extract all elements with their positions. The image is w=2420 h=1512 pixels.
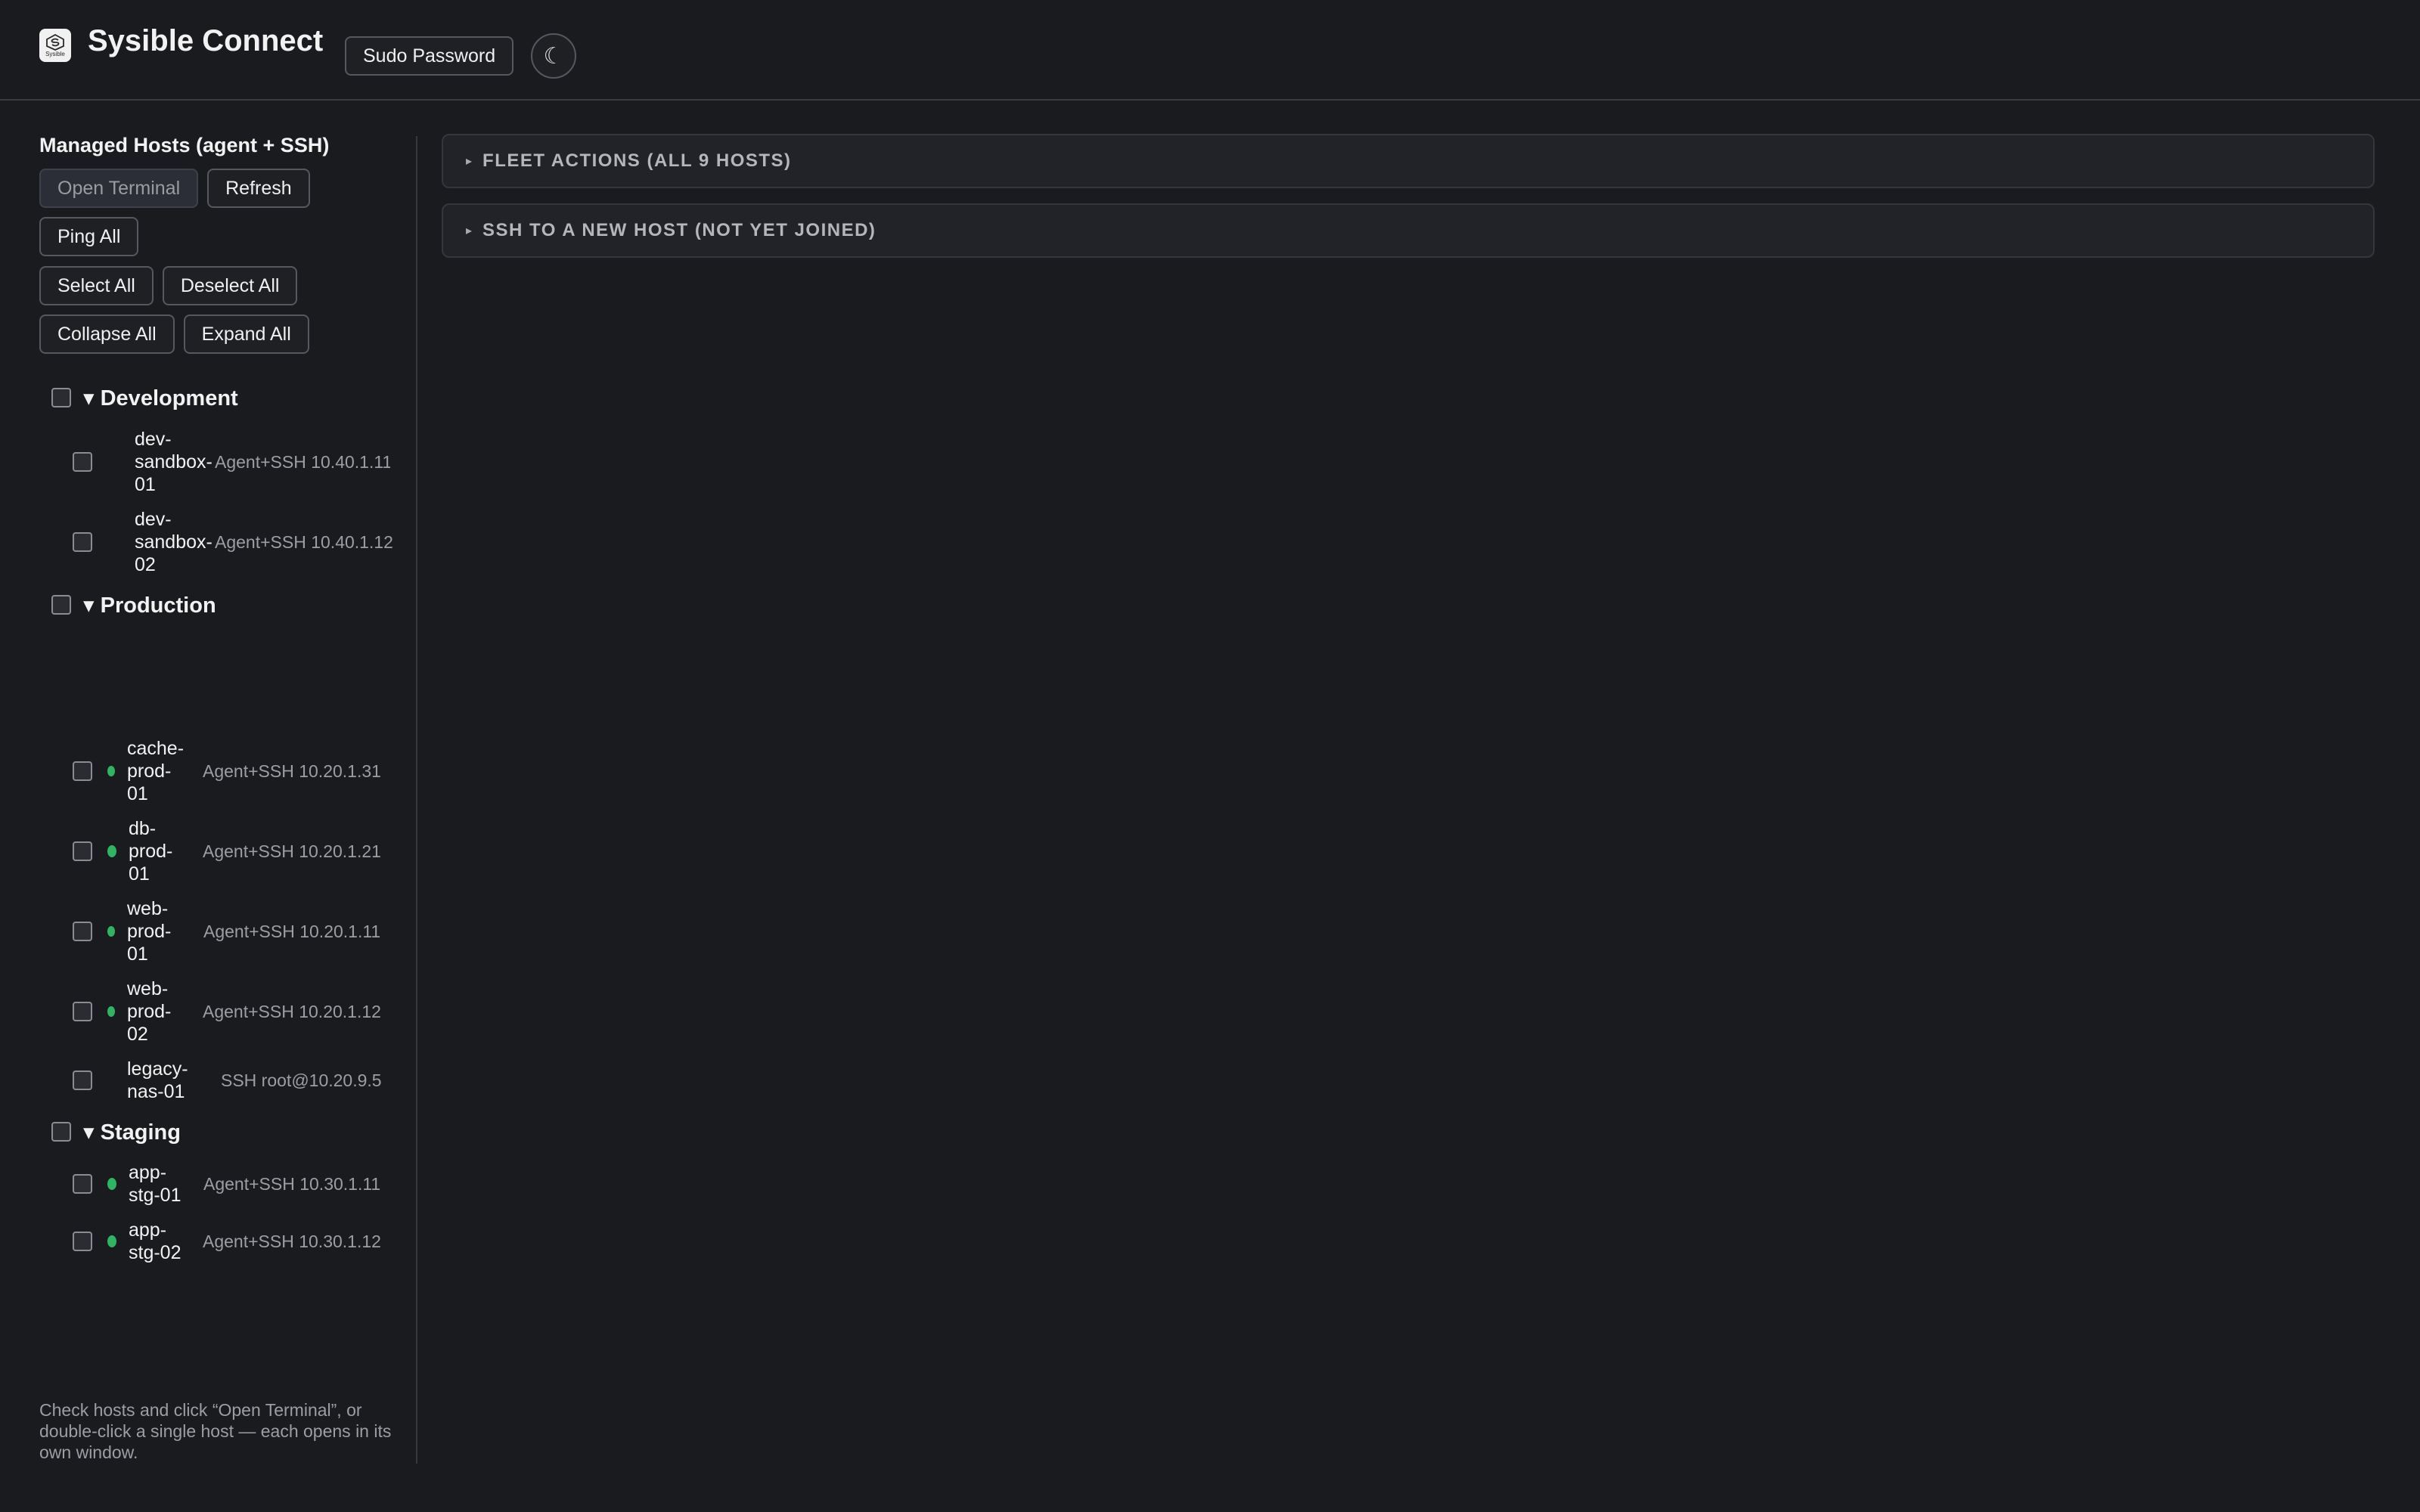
host-name: web- prod- 01 bbox=[127, 898, 172, 965]
host-name: db- prod- 01 bbox=[129, 818, 173, 885]
ping-all-button[interactable]: Ping All bbox=[39, 217, 139, 256]
host-name: app- stg-01 bbox=[129, 1162, 182, 1206]
host-checkbox[interactable] bbox=[73, 1002, 92, 1021]
host-checkbox[interactable] bbox=[73, 761, 92, 781]
host-name: web- prod- 02 bbox=[127, 978, 172, 1045]
host-checkbox[interactable] bbox=[73, 1174, 92, 1194]
sudo-password-button[interactable]: Sudo Password bbox=[345, 36, 514, 76]
group-label: ▾ Staging bbox=[83, 1120, 181, 1145]
status-online-icon bbox=[107, 926, 115, 937]
host-checkbox[interactable] bbox=[73, 841, 92, 861]
sysible-logo-icon bbox=[46, 33, 64, 51]
usage-hint: Check hosts and click “Open Terminal”, o… bbox=[39, 1400, 392, 1462]
group-label: ▾ Production bbox=[83, 593, 216, 618]
sidebar-divider bbox=[416, 136, 417, 1464]
host-meta: Agent+SSH 10.40.1.11 bbox=[215, 451, 390, 472]
host-name: dev- sandbox- 02 bbox=[135, 509, 213, 575]
group-checkbox[interactable] bbox=[51, 595, 71, 615]
toolbar-row-4: Collapse All Expand All bbox=[39, 314, 309, 354]
host-row[interactable]: app- stg-02 Agent+SSH 10.30.1.12 bbox=[73, 1218, 390, 1265]
group-staging[interactable]: ▾ Staging bbox=[51, 1115, 181, 1148]
host-row[interactable]: legacy- nas-01 SSH root@10.20.9.5 bbox=[73, 1057, 390, 1104]
open-terminal-button[interactable]: Open Terminal bbox=[39, 169, 199, 208]
panel-title: SSH TO A NEW HOST (NOT YET JOINED) bbox=[482, 220, 876, 240]
host-name: cache- prod- 01 bbox=[127, 738, 185, 804]
status-online-icon bbox=[107, 1235, 116, 1247]
expand-all-button[interactable]: Expand All bbox=[183, 314, 309, 354]
toolbar-row-2: Ping All bbox=[39, 217, 139, 256]
theme-toggle-button[interactable]: ☾ bbox=[531, 33, 576, 79]
status-indicator bbox=[107, 1075, 115, 1086]
host-meta: Agent+SSH 10.20.1.31 bbox=[203, 761, 381, 781]
status-online-icon bbox=[107, 845, 116, 857]
host-checkbox[interactable] bbox=[73, 452, 92, 472]
collapse-all-button[interactable]: Collapse All bbox=[39, 314, 175, 354]
host-name: dev- sandbox- 01 bbox=[135, 429, 213, 495]
group-label: ▾ Development bbox=[83, 386, 238, 411]
host-checkbox[interactable] bbox=[73, 532, 92, 552]
host-name: app- stg-02 bbox=[129, 1219, 182, 1263]
hosts-sidebar: Managed Hosts (agent + SSH) Open Termina… bbox=[0, 102, 416, 1463]
app-header: Sysible Sysible Connect Sudo Password ☾ bbox=[0, 0, 2420, 101]
host-name: legacy- nas-01 bbox=[127, 1058, 188, 1102]
refresh-button[interactable]: Refresh bbox=[207, 169, 310, 208]
host-meta: Agent+SSH 10.40.1.12 bbox=[215, 531, 393, 552]
status-online-icon bbox=[107, 766, 115, 776]
host-meta: Agent+SSH 10.20.1.11 bbox=[203, 921, 381, 941]
logo-wordmark: Sysible bbox=[45, 50, 65, 57]
app-logo: Sysible bbox=[39, 29, 71, 62]
sidebar-title: Managed Hosts (agent + SSH) bbox=[39, 134, 330, 156]
host-meta: SSH root@10.20.9.5 bbox=[221, 1070, 382, 1090]
expand-caret-icon: ▸ bbox=[466, 155, 473, 168]
status-indicator bbox=[107, 457, 115, 467]
toolbar-row-1: Open Terminal Refresh bbox=[39, 169, 310, 208]
status-indicator bbox=[107, 537, 115, 547]
host-row[interactable]: app- stg-01 Agent+SSH 10.30.1.11 bbox=[73, 1160, 390, 1207]
host-meta: Agent+SSH 10.30.1.11 bbox=[203, 1173, 381, 1194]
host-checkbox[interactable] bbox=[73, 1070, 92, 1090]
host-row[interactable]: dev- sandbox- 02 Agent+SSH 10.40.1.12 bbox=[73, 508, 394, 576]
host-row[interactable]: cache- prod- 01 Agent+SSH 10.20.1.31 bbox=[73, 736, 390, 806]
host-row[interactable]: web- prod- 01 Agent+SSH 10.20.1.11 bbox=[73, 897, 390, 966]
fleet-actions-panel[interactable]: ▸ FLEET ACTIONS (ALL 9 HOSTS) bbox=[442, 134, 2375, 188]
host-meta: Agent+SSH 10.30.1.12 bbox=[203, 1231, 381, 1251]
group-development[interactable]: ▾ Development bbox=[51, 381, 238, 414]
ssh-new-host-panel[interactable]: ▸ SSH TO A NEW HOST (NOT YET JOINED) bbox=[442, 203, 2375, 258]
toolbar-row-3: Select All Deselect All bbox=[39, 266, 298, 305]
select-all-button[interactable]: Select All bbox=[39, 266, 154, 305]
status-online-icon bbox=[107, 1006, 115, 1017]
group-checkbox[interactable] bbox=[51, 388, 71, 407]
panel-title: FLEET ACTIONS (ALL 9 HOSTS) bbox=[482, 150, 792, 171]
host-meta: Agent+SSH 10.20.1.12 bbox=[203, 1001, 381, 1021]
host-row[interactable]: dev- sandbox- 01 Agent+SSH 10.40.1.11 bbox=[73, 428, 390, 496]
status-online-icon bbox=[107, 1178, 116, 1190]
moon-icon: ☾ bbox=[543, 42, 564, 70]
deselect-all-button[interactable]: Deselect All bbox=[162, 266, 298, 305]
host-row[interactable]: db- prod- 01 Agent+SSH 10.20.1.21 bbox=[73, 816, 390, 886]
host-meta: Agent+SSH 10.20.1.21 bbox=[203, 841, 381, 861]
group-checkbox[interactable] bbox=[51, 1122, 71, 1142]
host-checkbox[interactable] bbox=[73, 1232, 92, 1251]
host-checkbox[interactable] bbox=[73, 922, 92, 941]
expand-caret-icon: ▸ bbox=[466, 225, 473, 237]
group-production[interactable]: ▾ Production bbox=[51, 588, 216, 621]
app-title: Sysible Connect bbox=[88, 24, 324, 57]
host-row[interactable]: web- prod- 02 Agent+SSH 10.20.1.12 bbox=[73, 977, 390, 1046]
